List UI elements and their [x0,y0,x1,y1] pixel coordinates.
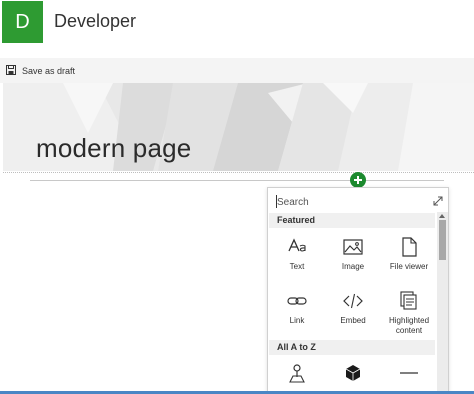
toolbox-item-map[interactable] [269,356,325,394]
toolbox-item-divider[interactable] [381,356,437,394]
map-pin-icon [289,364,305,383]
toolbox-item-label: Image [341,262,365,271]
toolbox-item-link[interactable]: Link [269,284,325,338]
toolbox-item-file-viewer[interactable]: File viewer [381,230,437,284]
toolbox-item-embed[interactable]: Embed [325,284,381,338]
toolbox-search-input[interactable] [277,194,427,210]
app-window: D Developer Save as draft modern page Se… [0,0,474,394]
toolbox-item-label: Embed [340,316,366,325]
section-divider [30,180,444,181]
toolbox-item-text[interactable]: Text [269,230,325,284]
cube-icon [345,365,361,381]
toolbox-item-label: Link [289,316,305,325]
text-icon [288,238,306,252]
all-a-to-z-section-header: All A to Z [269,340,435,355]
save-icon [6,62,16,80]
command-bar: Save as draft [0,58,474,83]
toolbox-item-highlighted-content[interactable]: Highlighted content [381,284,437,338]
toolbox-item-cube[interactable] [325,356,381,394]
page-title[interactable]: modern page [36,133,191,164]
web-part-toolbox: Featured Text Image File viewer [267,187,449,394]
toolbox-scrollbar[interactable] [437,212,448,394]
toolbox-item-label: Highlighted content [388,316,430,335]
expand-icon[interactable] [431,194,445,208]
toolbox-item-image[interactable]: Image [325,230,381,284]
site-header: D Developer [0,0,474,58]
link-icon [287,297,307,305]
toolbox-item-label: Text [289,262,305,271]
save-as-draft-label: Save as draft [22,65,76,76]
add-web-part-button[interactable] [350,172,366,188]
divider-icon [400,372,418,374]
banner-edge [3,172,474,173]
highlighted-content-icon [400,291,417,310]
scroll-thumb[interactable] [439,220,446,260]
embed-icon [343,293,363,309]
featured-section-header: Featured [269,213,435,228]
image-icon [343,239,363,255]
site-title[interactable]: Developer [54,11,136,32]
save-as-draft-button[interactable]: Save as draft [6,62,75,79]
file-viewer-icon [402,237,417,257]
toolbox-item-label: File viewer [389,262,429,271]
scroll-up-icon[interactable] [439,214,445,218]
site-logo[interactable]: D [2,1,43,43]
